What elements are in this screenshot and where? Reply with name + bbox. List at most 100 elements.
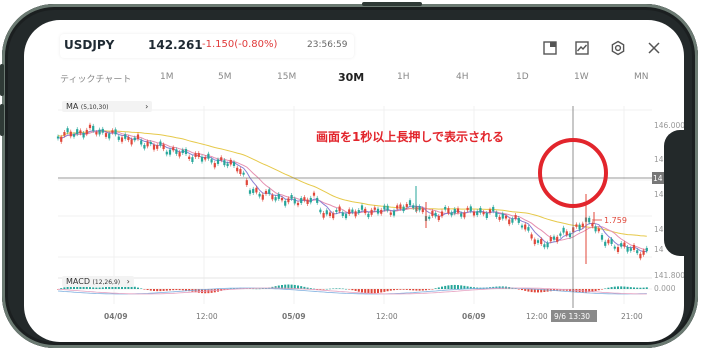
macd-bar — [636, 287, 639, 289]
candle — [591, 223, 594, 227]
macd-bar — [527, 289, 530, 292]
macd-bar — [610, 287, 613, 289]
tab-5m[interactable]: 5M — [218, 72, 232, 82]
crosshair-price-label: 14 — [653, 174, 663, 183]
tab-1w[interactable]: 1W — [574, 72, 589, 82]
candle — [437, 215, 440, 221]
candle — [357, 210, 360, 213]
candle — [376, 208, 380, 214]
close-icon[interactable] — [646, 40, 664, 58]
macd-bar — [153, 289, 155, 291]
chevron-right-icon: › — [145, 102, 149, 111]
change-label: -1.150(-0.80%) — [202, 39, 278, 50]
macd-bar — [95, 287, 98, 289]
candle — [472, 211, 476, 216]
candle — [348, 209, 351, 215]
macd-bar — [409, 289, 411, 291]
macd-bar — [418, 289, 421, 291]
macd-bar — [463, 285, 466, 289]
candle — [581, 223, 584, 227]
y-tick-partial-2: 14 — [654, 190, 664, 199]
macd-bar — [396, 289, 399, 290]
candle — [610, 239, 613, 244]
candle — [178, 152, 181, 157]
macd-bar — [594, 289, 597, 292]
candle — [453, 208, 456, 214]
macd-legend[interactable]: MACD (12,26,9) › — [62, 276, 134, 287]
macd-bar — [623, 286, 626, 289]
candle — [597, 228, 600, 232]
candle — [325, 210, 328, 215]
x-label-6: 12:00 — [526, 312, 548, 321]
candle — [287, 198, 290, 203]
candle — [536, 240, 540, 243]
candle — [108, 133, 111, 139]
macd-bar — [437, 287, 440, 289]
macd-bar — [172, 289, 175, 291]
candle — [236, 167, 239, 172]
candle — [344, 214, 348, 219]
candle — [306, 199, 309, 204]
candle — [360, 205, 364, 210]
macd-bar — [521, 289, 523, 291]
volume-down-button — [0, 104, 4, 136]
settings-icon[interactable] — [610, 40, 628, 58]
macd-bar — [165, 289, 168, 291]
macd-bar — [332, 288, 335, 290]
macd-bar — [421, 289, 424, 291]
indicator-icon[interactable] — [574, 40, 592, 58]
macd-bar — [457, 285, 459, 289]
ma5-line — [57, 129, 647, 252]
candle — [354, 211, 357, 217]
tab-15m[interactable]: 15M — [277, 72, 296, 82]
candle — [124, 134, 127, 139]
macd-bar — [92, 287, 95, 289]
candle — [210, 159, 213, 163]
candle — [245, 180, 248, 186]
x-label-1: 04/09 — [104, 312, 128, 321]
macd-bar — [370, 289, 373, 294]
candle — [408, 200, 412, 206]
candle — [255, 187, 258, 193]
tab-30m[interactable]: 30M — [338, 71, 364, 84]
tab-4h[interactable]: 4H — [456, 72, 469, 82]
x-label-7: 21:00 — [621, 312, 643, 321]
candle — [418, 206, 421, 211]
tab-1h[interactable]: 1H — [397, 72, 410, 82]
candle — [639, 253, 642, 259]
tab-1m[interactable]: 1M — [160, 72, 174, 82]
macd-bar — [639, 287, 642, 289]
candle — [399, 204, 402, 209]
macd-bar — [386, 289, 389, 292]
candle — [197, 153, 200, 157]
candle — [332, 213, 335, 219]
macd-params: (12,26,9) — [92, 279, 121, 286]
tab-mn[interactable]: MN — [634, 72, 649, 82]
layout-icon[interactable] — [542, 40, 560, 58]
tab-tick-chart[interactable]: ティックチャート — [60, 72, 131, 85]
candle — [268, 189, 271, 194]
tab-1d[interactable]: 1D — [516, 72, 529, 82]
candle — [367, 213, 370, 218]
macd-bar — [143, 289, 146, 290]
candle — [370, 209, 373, 215]
macd-bar — [530, 289, 533, 293]
ma-legend[interactable]: MA (5,10,30) › — [62, 101, 153, 112]
ma-params: (5,10,30) — [80, 104, 109, 111]
quote-box[interactable]: USDJPY 142.261 -1.150(-0.80%) 23:56:59 — [60, 34, 354, 58]
candle — [460, 213, 463, 217]
macd-bar — [178, 289, 181, 291]
candle — [469, 206, 472, 212]
candle — [82, 132, 85, 138]
macd-bar — [447, 285, 450, 289]
candle — [242, 172, 245, 175]
macd-bar — [351, 289, 354, 291]
candle — [261, 194, 264, 200]
macd-bar — [434, 288, 437, 289]
candle — [533, 239, 536, 245]
macd-bar — [255, 288, 258, 290]
macd-bar — [428, 289, 431, 290]
candle — [645, 247, 648, 252]
macd-zero-tick: 0.000 — [654, 284, 676, 293]
candle — [440, 211, 444, 217]
